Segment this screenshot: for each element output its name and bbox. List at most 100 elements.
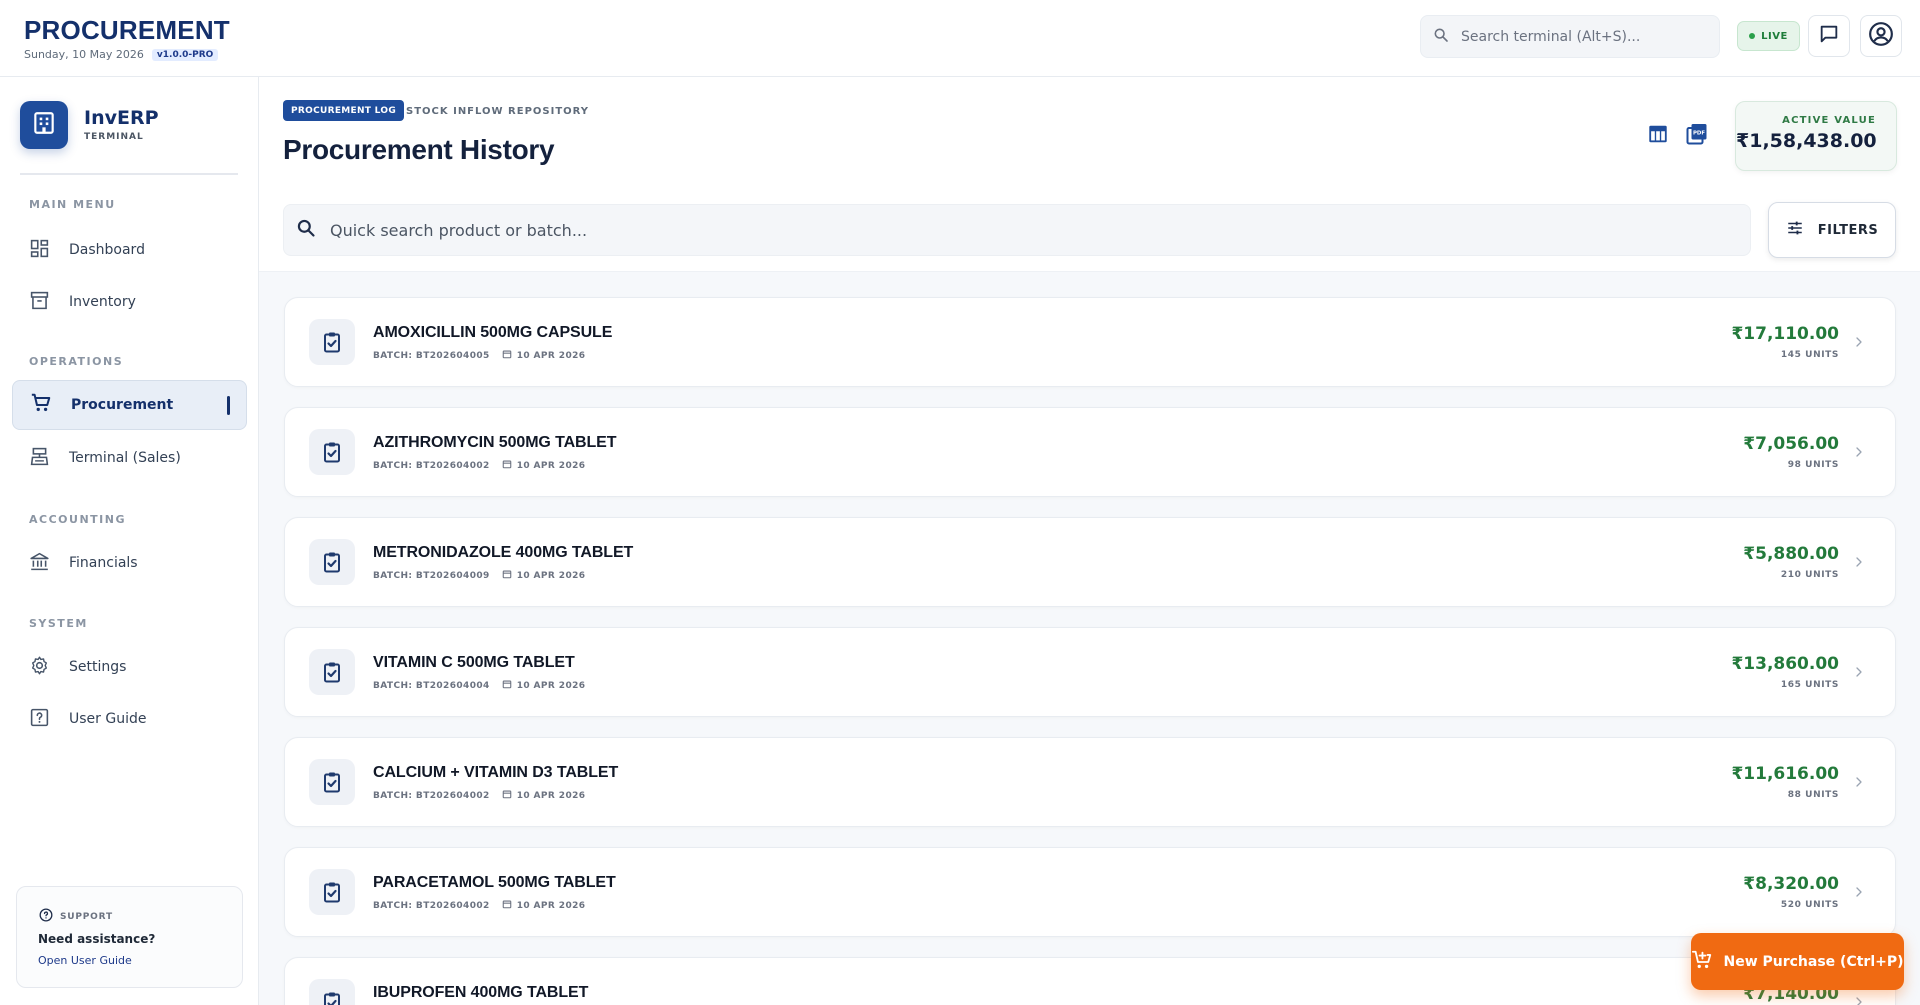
chevron-right-icon[interactable]	[1849, 552, 1869, 572]
building-icon	[31, 110, 57, 140]
gear-icon	[29, 655, 50, 680]
live-label: LIVE	[1761, 30, 1788, 42]
row-meta: BATCH: BT202604004 10 APR 2026	[373, 679, 585, 692]
clipboard-check-icon	[309, 979, 355, 1005]
app-name: InvERP	[84, 107, 159, 129]
chevron-right-icon[interactable]	[1849, 662, 1869, 682]
batch-number: BATCH: BT202604004	[373, 680, 490, 691]
batch-number: BATCH: BT202604002	[373, 460, 490, 471]
chat-icon	[1818, 23, 1840, 49]
search-icon	[296, 218, 316, 242]
app-logo[interactable]	[20, 101, 68, 149]
sidebar-item-label: Dashboard	[69, 242, 145, 258]
sidebar-item-label: Terminal (Sales)	[69, 450, 181, 466]
sidebar-item-inventory[interactable]: Inventory	[12, 277, 247, 327]
sidebar: InvERP TERMINAL MAIN MENU Dashboard Inve…	[0, 77, 259, 1005]
version-badge: v1.0.0-PRO	[151, 48, 219, 61]
sidebar-item-procurement[interactable]: Procurement	[12, 380, 247, 430]
row-amount: ₹8,320.00	[1743, 874, 1839, 894]
procurement-row[interactable]: PARACETAMOL 500MG TABLET BATCH: BT202604…	[284, 847, 1896, 937]
inventory-icon	[29, 290, 50, 315]
account-button[interactable]	[1860, 15, 1902, 57]
row-meta: BATCH: BT202604009 10 APR 2026	[373, 569, 585, 582]
sidebar-item-settings[interactable]: Settings	[12, 642, 247, 692]
batch-number: BATCH: BT202604002	[373, 900, 490, 911]
sidebar-item-label: Settings	[69, 659, 127, 675]
chevron-right-icon[interactable]	[1849, 882, 1869, 902]
product-name: IBUPROFEN 400MG TABLET	[373, 984, 589, 1001]
calendar-icon	[502, 569, 512, 582]
purchase-date: 10 APR 2026	[516, 570, 586, 581]
batch-number: BATCH: BT202604002	[373, 790, 490, 801]
export-table-button[interactable]	[1644, 122, 1672, 150]
purchase-date: 10 APR 2026	[516, 350, 586, 361]
cart-icon	[30, 392, 52, 418]
filters-label: FILTERS	[1817, 222, 1879, 238]
chevron-right-icon[interactable]	[1849, 772, 1869, 792]
support-header: SUPPORT	[39, 908, 113, 925]
chevron-right-icon[interactable]	[1849, 332, 1869, 352]
clipboard-check-icon	[309, 869, 355, 915]
sidebar-item-terminal-sales[interactable]: Terminal (Sales)	[12, 433, 247, 483]
filters-button[interactable]: FILTERS	[1768, 202, 1896, 258]
procurement-row[interactable]: AMOXICILLIN 500MG CAPSULE BATCH: BT20260…	[284, 297, 1896, 387]
sidebar-item-financials[interactable]: Financials	[12, 538, 247, 588]
support-title: Need assistance?	[38, 932, 156, 946]
procurement-row[interactable]: VITAMIN C 500MG TABLET BATCH: BT20260400…	[284, 627, 1896, 717]
table-icon	[1647, 123, 1669, 149]
sidebar-item-dashboard[interactable]: Dashboard	[12, 225, 247, 275]
calendar-icon	[502, 899, 512, 912]
register-icon	[29, 446, 50, 471]
list-search[interactable]	[283, 204, 1751, 256]
list-search-input[interactable]	[330, 220, 1710, 240]
clipboard-check-icon	[309, 429, 355, 475]
purchase-date: 10 APR 2026	[516, 680, 586, 691]
global-search-input[interactable]	[1461, 28, 1701, 45]
new-purchase-button[interactable]: New Purchase (Ctrl+P)	[1691, 933, 1904, 990]
product-name: VITAMIN C 500MG TABLET	[373, 654, 575, 671]
row-date: 10 APR 2026	[502, 569, 586, 582]
sidebar-item-label: Financials	[69, 555, 138, 571]
row-amount: ₹7,056.00	[1743, 434, 1839, 454]
row-amount: ₹13,860.00	[1731, 654, 1839, 674]
live-dot	[1749, 33, 1756, 39]
sidebar-item-user-guide[interactable]: User Guide	[12, 694, 247, 744]
export-pdf-button[interactable]: PDF	[1683, 122, 1711, 150]
purchase-date: 10 APR 2026	[516, 790, 586, 801]
chevron-right-icon[interactable]	[1849, 992, 1869, 1005]
help-icon	[29, 707, 50, 732]
row-date: 10 APR 2026	[502, 459, 586, 472]
section-operations: OPERATIONS	[29, 355, 124, 368]
procurement-row[interactable]: AZITHROMYCIN 500MG TABLET BATCH: BT20260…	[284, 407, 1896, 497]
purchase-date: 10 APR 2026	[516, 900, 586, 911]
calendar-icon	[502, 789, 512, 802]
row-meta: BATCH: BT202604005 10 APR 2026	[373, 349, 585, 362]
clipboard-check-icon	[309, 759, 355, 805]
brand: PROCUREMENT Sunday, 10 May 2026 v1.0.0-P…	[24, 16, 230, 61]
calendar-icon	[502, 459, 512, 472]
procurement-row[interactable]: CALCIUM + VITAMIN D3 TABLET BATCH: BT202…	[284, 737, 1896, 827]
row-date: 10 APR 2026	[502, 899, 586, 912]
batch-number: BATCH: BT202604005	[373, 350, 490, 361]
procurement-row[interactable]: METRONIDAZOLE 400MG TABLET BATCH: BT2026…	[284, 517, 1896, 607]
account-icon	[1868, 21, 1894, 51]
row-date: 10 APR 2026	[502, 679, 586, 692]
calendar-icon	[502, 679, 512, 692]
top-bar: PROCUREMENT Sunday, 10 May 2026 v1.0.0-P…	[0, 0, 1920, 77]
support-label: SUPPORT	[60, 911, 113, 922]
chevron-right-icon[interactable]	[1849, 442, 1869, 462]
sidebar-item-label: User Guide	[69, 711, 147, 727]
page-heading: PROCUREMENT	[24, 15, 230, 45]
clipboard-check-icon	[309, 649, 355, 695]
row-units: 88 UNITS	[1787, 790, 1839, 800]
row-amount: ₹5,880.00	[1743, 544, 1839, 564]
row-date: 10 APR 2026	[502, 789, 586, 802]
sidebar-item-label: Inventory	[69, 294, 136, 310]
open-user-guide-link[interactable]: Open User Guide	[38, 954, 132, 967]
search-icon	[1433, 27, 1449, 47]
procurement-row[interactable]: IBUPROFEN 400MG TABLET ₹7,140.00	[284, 957, 1896, 1005]
messages-button[interactable]	[1808, 15, 1850, 57]
purchase-date: 10 APR 2026	[516, 460, 586, 471]
global-search[interactable]	[1420, 15, 1720, 58]
row-amount: ₹17,110.00	[1731, 324, 1839, 344]
